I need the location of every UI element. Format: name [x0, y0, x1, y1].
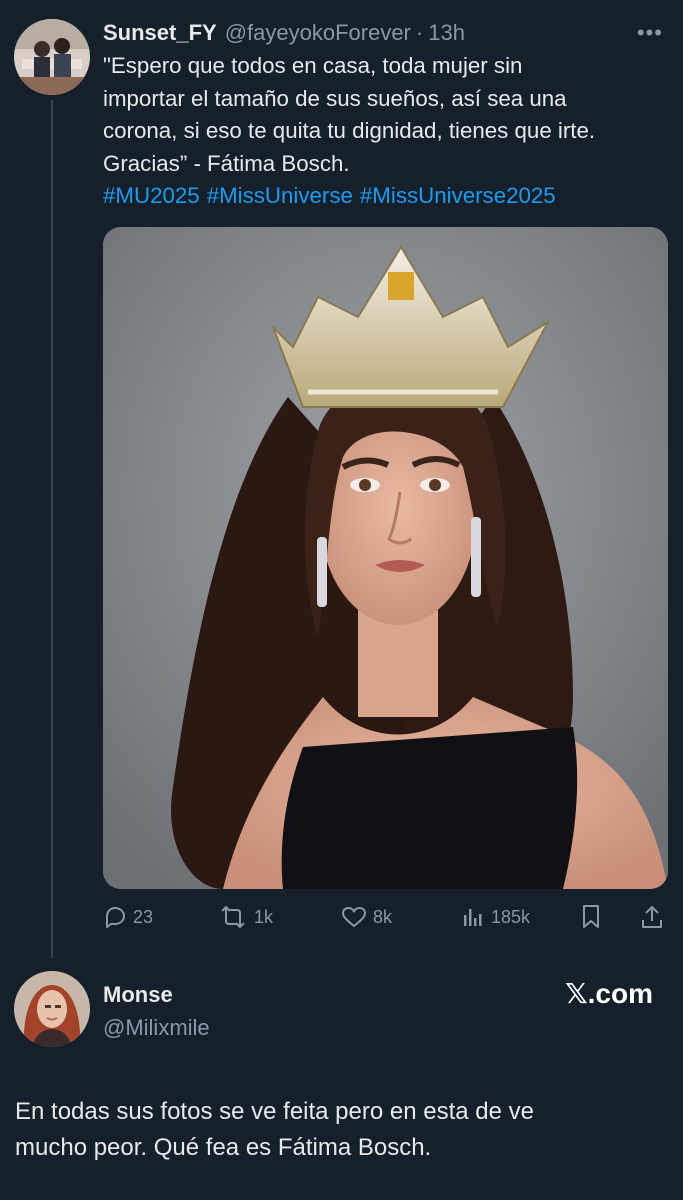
- reply-body: En todas sus fotos se ve feita pero en e…: [15, 1094, 675, 1166]
- hashtag-list: #MU2025 #MissUniverse #MissUniverse2025: [103, 180, 673, 213]
- bookmark-button[interactable]: [580, 898, 608, 936]
- tweet-header: Sunset_FY @fayeyokoForever · 13h •••: [103, 16, 663, 50]
- reply-text-line: mucho peor. Qué fea es Fátima Bosch.: [15, 1134, 432, 1161]
- x-com-text: .com: [587, 977, 653, 1009]
- like-count: 8k: [373, 906, 393, 927]
- tweet-body: "Espero que todos en casa, toda mujer si…: [103, 50, 673, 213]
- avatar-image: [14, 19, 90, 95]
- like-icon: [342, 907, 366, 927]
- x-logo-icon: 𝕏: [565, 978, 588, 1009]
- tweet-text-line: importar el tamaño de sus sueños, así se…: [103, 85, 567, 111]
- reply-text-line: En todas sus fotos se ve feita pero en e…: [15, 1098, 534, 1125]
- reply-author-name[interactable]: Monse: [103, 980, 210, 1010]
- share-icon: [642, 906, 662, 928]
- tweet-text-line: "Espero que todos en casa, toda mujer si…: [103, 53, 523, 78]
- views-count: 185k: [491, 906, 531, 927]
- author-avatar[interactable]: [14, 19, 90, 95]
- hashtag-link[interactable]: #MU2025: [103, 183, 200, 208]
- hashtag-link[interactable]: #MissUniverse2025: [360, 183, 556, 208]
- share-button[interactable]: [640, 898, 670, 936]
- author-name[interactable]: Sunset_FY: [103, 20, 217, 46]
- x-com-watermark: 𝕏 .com: [565, 977, 653, 1010]
- bookmark-icon: [583, 905, 599, 928]
- reply-author-handle[interactable]: @Milixmile: [103, 1013, 210, 1043]
- repost-button[interactable]: 1k: [218, 898, 273, 936]
- portrait-image: [103, 227, 668, 889]
- reply-author-avatar[interactable]: [14, 971, 90, 1047]
- hashtag-link[interactable]: #MissUniverse: [207, 183, 353, 208]
- tweet-media-image[interactable]: [103, 227, 668, 889]
- reply-header: Monse @Milixmile: [103, 980, 210, 1043]
- repost-icon: [221, 905, 245, 929]
- tweet-text-line: Gracias” - Fátima Bosch.: [103, 150, 350, 176]
- tweet-text-line: corona, si eso te quita tu dignidad, tie…: [103, 118, 596, 143]
- views-icon: [464, 909, 482, 926]
- avatar-image: [14, 971, 90, 1047]
- thread-line: [51, 100, 53, 958]
- reply-button[interactable]: 23: [103, 898, 153, 936]
- separator-dot: ·: [415, 20, 424, 45]
- repost-count: 1k: [254, 906, 274, 927]
- like-button[interactable]: 8k: [341, 898, 392, 936]
- reply-icon: [106, 907, 125, 928]
- more-options-icon[interactable]: •••: [637, 20, 663, 46]
- views-button[interactable]: 185k: [461, 898, 530, 936]
- author-handle[interactable]: @fayeyokoForever: [225, 20, 411, 46]
- reply-count: 23: [133, 906, 154, 927]
- tweet-time[interactable]: 13h: [428, 20, 465, 46]
- tweet-action-bar: 23 1k 8k 185k: [103, 898, 668, 936]
